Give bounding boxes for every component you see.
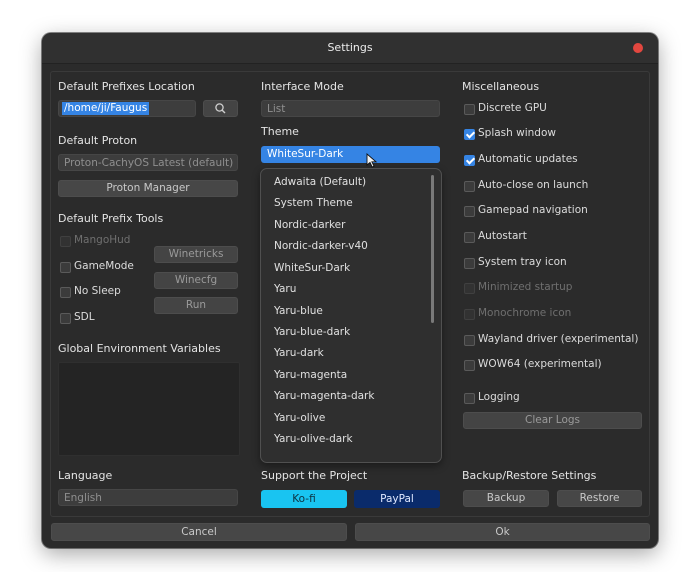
monochrome-icon-checkbox[interactable] <box>464 309 475 320</box>
default-proton-label: Default Proton <box>58 134 138 147</box>
theme-dropdown-list: Adwaita (Default) System Theme Nordic-da… <box>260 168 442 463</box>
splash-window-label: Splash window <box>478 127 556 139</box>
backup-button[interactable]: Backup <box>463 490 549 507</box>
interface-mode-select[interactable]: List <box>261 100 440 117</box>
nosleep-checkbox[interactable] <box>60 287 71 298</box>
sdl-label: SDL <box>74 311 95 323</box>
theme-option[interactable]: Yaru <box>274 283 296 295</box>
wayland-driver-label: Wayland driver (experimental) <box>478 333 639 345</box>
ok-button[interactable]: Ok <box>355 523 650 541</box>
close-icon[interactable] <box>633 43 643 53</box>
clear-logs-button[interactable]: Clear Logs <box>463 412 642 429</box>
cancel-button[interactable]: Cancel <box>51 523 347 541</box>
prefix-location-input[interactable]: /home/ji/Faugus <box>58 100 196 117</box>
theme-option[interactable]: Nordic-darker <box>274 219 345 231</box>
monochrome-icon-label: Monochrome icon <box>478 307 572 319</box>
backup-restore-label: Backup/Restore Settings <box>462 469 597 482</box>
theme-select[interactable]: WhiteSur-Dark <box>261 146 440 163</box>
window-title: Settings <box>327 41 373 54</box>
prefix-tools-label: Default Prefix Tools <box>58 212 164 225</box>
theme-option[interactable]: Yaru-blue-dark <box>274 326 350 338</box>
wow64-label: WOW64 (experimental) <box>478 358 602 370</box>
theme-option[interactable]: Yaru-magenta <box>274 369 347 381</box>
system-tray-checkbox[interactable] <box>464 258 475 269</box>
browse-prefix-button[interactable] <box>203 100 238 117</box>
discrete-gpu-checkbox[interactable] <box>464 104 475 115</box>
proton-manager-button[interactable]: Proton Manager <box>58 180 238 197</box>
gamepad-navigation-checkbox[interactable] <box>464 206 475 217</box>
title-bar: Settings <box>42 33 658 64</box>
mangohud-checkbox[interactable] <box>60 236 71 247</box>
discrete-gpu-label: Discrete GPU <box>478 102 547 114</box>
prefix-location-value: /home/ji/Faugus <box>62 102 150 115</box>
theme-option[interactable]: Yaru-dark <box>274 347 324 359</box>
theme-label: Theme <box>261 125 299 138</box>
sdl-checkbox[interactable] <box>60 313 71 324</box>
wow64-checkbox[interactable] <box>464 360 475 371</box>
gamepad-navigation-label: Gamepad navigation <box>478 204 588 216</box>
dropdown-scrollbar[interactable] <box>431 175 434 323</box>
support-label: Support the Project <box>261 469 368 482</box>
settings-window: Settings Default Prefixes Location /home… <box>42 33 658 548</box>
kofi-button[interactable]: Ko-fi <box>261 490 347 508</box>
wayland-driver-checkbox[interactable] <box>464 335 475 346</box>
winetricks-button[interactable]: Winetricks <box>154 246 238 263</box>
settings-frame: Default Prefixes Location /home/ji/Faugu… <box>50 71 650 517</box>
theme-option[interactable]: Adwaita (Default) <box>274 176 366 188</box>
env-vars-label: Global Environment Variables <box>58 342 221 355</box>
paypal-button[interactable]: PayPal <box>354 490 440 508</box>
automatic-updates-label: Automatic updates <box>478 153 578 165</box>
run-button[interactable]: Run <box>154 297 238 314</box>
theme-option[interactable]: System Theme <box>274 197 353 209</box>
language-label: Language <box>58 469 113 482</box>
language-select[interactable]: English <box>58 489 238 506</box>
splash-window-checkbox[interactable] <box>464 129 475 140</box>
nosleep-label: No Sleep <box>74 285 121 297</box>
prefix-location-label: Default Prefixes Location <box>58 80 195 93</box>
search-icon <box>215 103 226 114</box>
automatic-updates-checkbox[interactable] <box>464 155 475 166</box>
theme-option[interactable]: Yaru-olive-dark <box>274 433 353 445</box>
auto-close-checkbox[interactable] <box>464 181 475 192</box>
theme-option[interactable]: Yaru-olive <box>274 412 325 424</box>
theme-option[interactable]: WhiteSur-Dark <box>274 262 350 274</box>
autostart-label: Autostart <box>478 230 527 242</box>
auto-close-label: Auto-close on launch <box>478 179 589 191</box>
restore-button[interactable]: Restore <box>557 490 642 507</box>
winecfg-button[interactable]: Winecfg <box>154 272 238 289</box>
mangohud-label: MangoHud <box>74 234 131 246</box>
gamemode-label: GameMode <box>74 260 134 272</box>
interface-mode-label: Interface Mode <box>261 80 344 93</box>
env-vars-textarea[interactable] <box>58 362 240 456</box>
theme-option[interactable]: Nordic-darker-v40 <box>274 240 368 252</box>
default-proton-select[interactable]: Proton-CachyOS Latest (default) <box>58 154 238 171</box>
theme-option[interactable]: Yaru-magenta-dark <box>274 390 374 402</box>
autostart-checkbox[interactable] <box>464 232 475 243</box>
minimized-startup-label: Minimized startup <box>478 281 573 293</box>
mouse-pointer-icon <box>366 153 378 168</box>
logging-checkbox[interactable] <box>464 393 475 404</box>
gamemode-checkbox[interactable] <box>60 262 71 273</box>
logging-label: Logging <box>478 391 520 403</box>
misc-label: Miscellaneous <box>462 80 540 93</box>
system-tray-label: System tray icon <box>478 256 567 268</box>
theme-option[interactable]: Yaru-blue <box>274 305 323 317</box>
minimized-startup-checkbox[interactable] <box>464 283 475 294</box>
